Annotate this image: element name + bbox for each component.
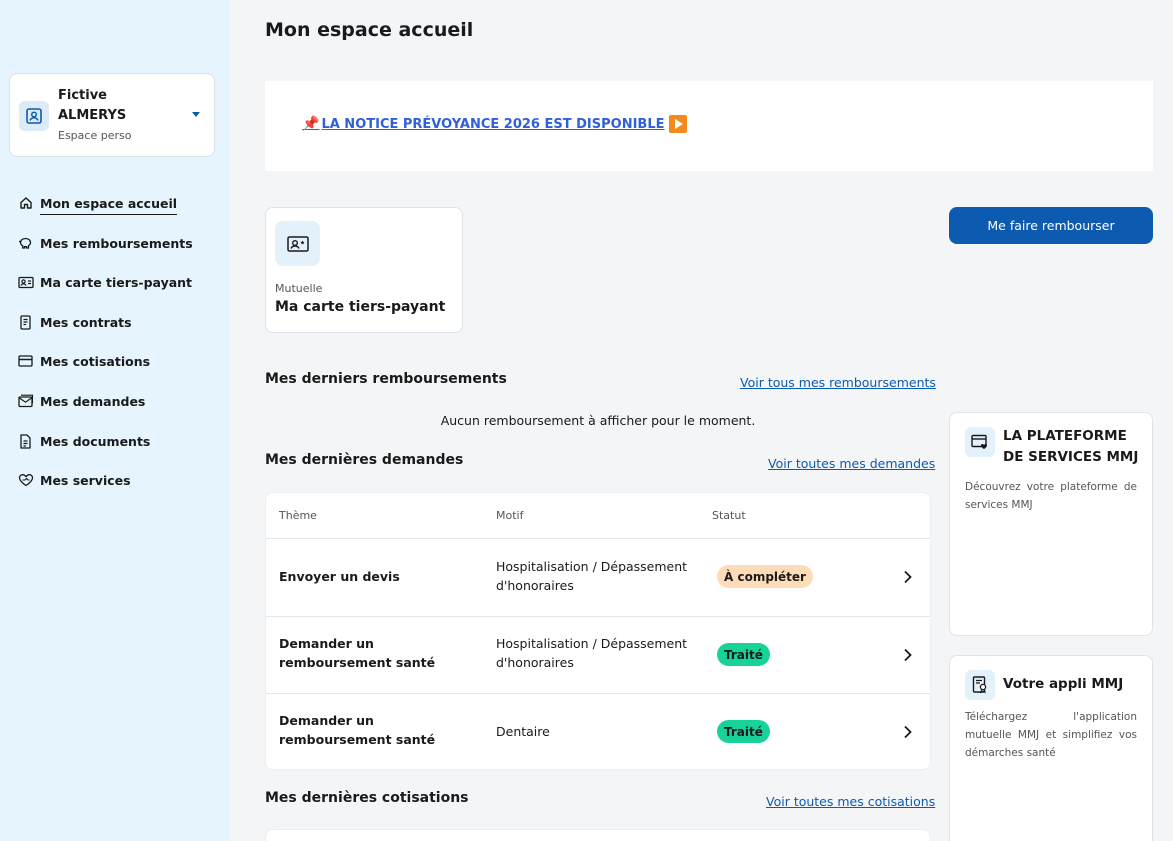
profile-last-name: ALMERYS <box>58 108 127 123</box>
play-icon <box>668 115 687 133</box>
status-badge: Traité <box>717 720 770 743</box>
profile-switcher[interactable]: Fictive ALMERYS Espace perso <box>9 73 215 157</box>
card-title: LA PLATEFORME DE SERVICES MMJ <box>1003 428 1139 465</box>
row-motif: Hospitalisation / Dépassement d'honorair… <box>496 559 688 593</box>
sidebar-item-documents[interactable]: Mes documents <box>17 429 150 453</box>
tiers-payant-card[interactable]: Mutuelle Ma carte tiers-payant <box>265 207 463 333</box>
notice-link[interactable]: 📌 LA NOTICE PRÉVOYANCE 2026 EST DISPONIB… <box>302 115 687 133</box>
id-card-icon <box>17 274 34 291</box>
row-theme: Envoyer un devis <box>279 569 400 584</box>
heart-hand-icon <box>17 472 34 489</box>
column-header-statut: Statut <box>712 509 746 522</box>
column-header-theme: Thème <box>279 509 317 522</box>
sidebar-item-label: Mes documents <box>40 433 151 449</box>
sidebar-item-label: Mes remboursements <box>40 235 193 251</box>
card-category: Mutuelle <box>275 282 323 295</box>
sidebar-item-label: Mes services <box>40 472 131 488</box>
card-description: Découvrez votre plateforme de services M… <box>965 481 1137 511</box>
pushpin-icon: 📌 <box>302 116 320 132</box>
credit-card-icon <box>17 353 34 370</box>
card-description: Téléchargez l'application mutuelle MMJ e… <box>965 711 1137 759</box>
chevron-right-icon[interactable] <box>900 570 914 584</box>
table-row[interactable]: Demander un remboursement santé Dentaire… <box>266 693 930 770</box>
see-all-reimbursements-link[interactable]: Voir tous mes remboursements <box>740 375 936 390</box>
card-title: Ma carte tiers-payant <box>275 299 446 315</box>
column-header-motif: Motif <box>496 509 524 522</box>
requests-title: Mes dernières demandes <box>265 452 464 468</box>
mmj-app-card[interactable]: Votre appli MMJ Téléchargez l'applicatio… <box>949 655 1153 841</box>
sidebar: Fictive ALMERYS Espace perso Mon espace … <box>0 0 229 841</box>
card-title: Votre appli MMJ <box>1003 676 1124 692</box>
requests-table: Thème Motif Statut Envoyer un devis Hosp… <box>265 492 931 770</box>
chevron-right-icon[interactable] <box>900 725 914 739</box>
profile-subtitle: Espace perso <box>58 129 132 142</box>
status-badge: Traité <box>717 643 770 666</box>
sidebar-item-label: Mes contrats <box>40 314 132 330</box>
sidebar-item-services[interactable]: Mes services <box>17 468 131 492</box>
sidebar-item-demandes[interactable]: Mes demandes <box>17 389 145 413</box>
sidebar-item-label: Mes cotisations <box>40 353 151 369</box>
profile-first-name: Fictive <box>58 88 108 103</box>
status-badge: À compléter <box>717 565 813 588</box>
home-icon <box>17 195 34 212</box>
id-card-icon <box>275 221 320 266</box>
sidebar-item-remboursements[interactable]: Mes remboursements <box>17 231 193 255</box>
caret-down-icon[interactable] <box>192 112 200 117</box>
sidebar-item-accueil[interactable]: Mon espace accueil <box>17 191 178 215</box>
mail-icon <box>17 393 34 410</box>
app-certificate-icon <box>965 670 995 700</box>
see-all-requests-link[interactable]: Voir toutes mes demandes <box>768 456 935 471</box>
contributions-card <box>265 829 931 841</box>
row-theme: Demander un remboursement santé <box>279 713 436 747</box>
reimbursements-title: Mes derniers remboursements <box>265 371 507 387</box>
row-motif: Dentaire <box>496 724 550 739</box>
mmj-platform-card[interactable]: LA PLATEFORME DE SERVICES MMJ Découvrez … <box>949 412 1153 636</box>
notice-text: LA NOTICE PRÉVOYANCE 2026 EST DISPONIBLE <box>321 116 665 132</box>
contributions-title: Mes dernières cotisations <box>265 790 469 806</box>
sidebar-item-label: Ma carte tiers-payant <box>40 274 193 290</box>
sidebar-item-contrats[interactable]: Mes contrats <box>17 310 132 334</box>
sidebar-item-label: Mes demandes <box>40 393 146 409</box>
contract-icon <box>17 314 34 331</box>
piggy-bank-icon <box>17 235 34 252</box>
document-icon <box>17 433 34 450</box>
reimburse-me-button[interactable]: Me faire rembourser <box>949 207 1153 244</box>
sidebar-item-carte-tiers-payant[interactable]: Ma carte tiers-payant <box>17 270 192 294</box>
sidebar-item-label: Mon espace accueil <box>40 196 178 215</box>
row-theme: Demander un remboursement santé <box>279 636 436 670</box>
table-row[interactable]: Envoyer un devis Hospitalisation / Dépas… <box>266 538 930 616</box>
sidebar-item-cotisations[interactable]: Mes cotisations <box>17 349 150 373</box>
page-title: Mon espace accueil <box>265 19 474 41</box>
table-row[interactable]: Demander un remboursement santé Hospital… <box>266 616 930 693</box>
chevron-right-icon[interactable] <box>900 648 914 662</box>
see-all-contributions-link[interactable]: Voir toutes mes cotisations <box>766 794 935 809</box>
card-heart-icon <box>965 427 995 457</box>
empty-reimbursements-message: Aucun remboursement à afficher pour le m… <box>440 413 756 428</box>
row-motif: Hospitalisation / Dépassement d'honorair… <box>496 636 688 670</box>
profile-avatar-icon <box>19 101 49 131</box>
notice-banner: 📌 LA NOTICE PRÉVOYANCE 2026 EST DISPONIB… <box>265 81 1153 171</box>
